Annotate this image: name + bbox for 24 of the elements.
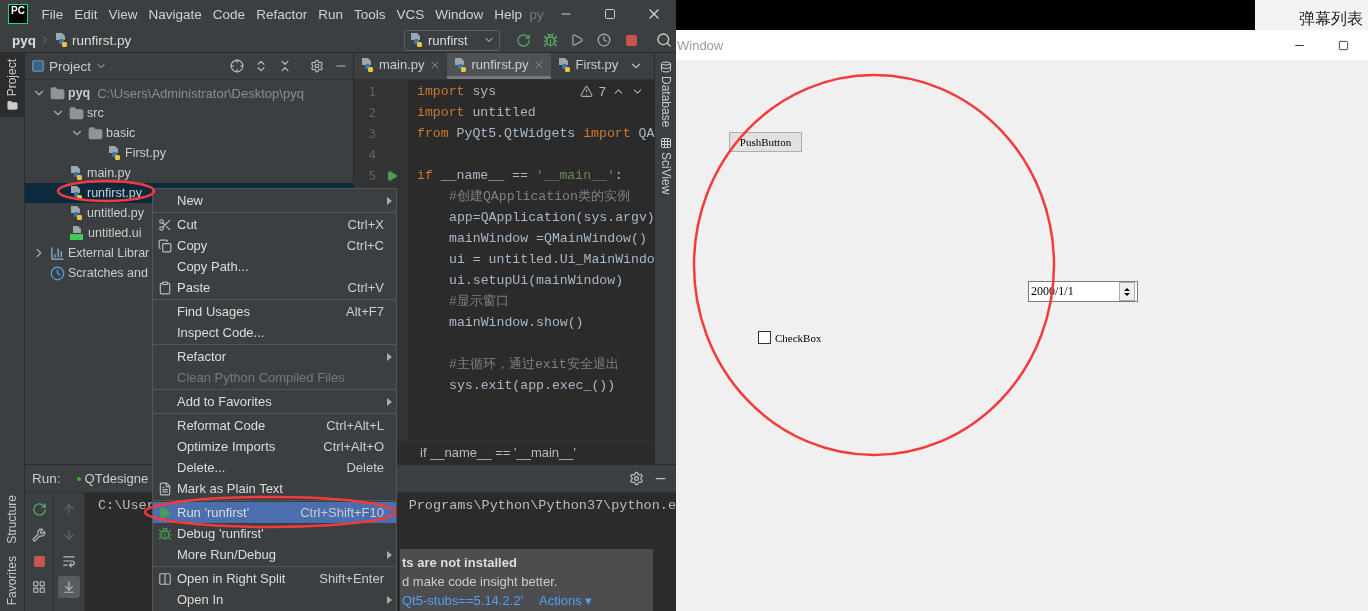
project-path: C:\Users\Administrator\Desktop\pyq [97,85,304,101]
window-title: Window [676,37,724,53]
app-logo: PC [8,4,28,24]
code-line: import untitled [417,104,536,122]
code-line: if __name__ == '__main__': [417,167,623,185]
code-line: sys.exit(app.exec_()) [448,377,616,395]
code-line: #主循环，通过exit安全退出 [448,356,619,374]
console-output: Programs\Python\Python37\python.e [408,498,676,513]
panel-heading: 弹幕列表 [1299,9,1363,30]
code-line: ui = untitled.Ui_MainWindo [448,251,655,269]
code-line: from PyQt5.QtWidgets import QA [417,125,655,143]
code-line: import sys [417,83,497,101]
window-title: py [529,6,544,22]
checkbox-label: CheckBox [775,331,822,344]
notification-text: d make code insight better. [402,574,559,589]
run-panel-title: Run: [32,471,61,486]
notification-title: ts are not installed [402,555,518,570]
code-line: #创建QApplication类的实例 [448,188,630,206]
code-line: mainWindow =QMainWindow() [448,230,647,248]
code-line: mainWindow.show() [448,314,584,332]
code-line: #显示窗口 [448,293,509,311]
console-output: C:\User [98,498,155,513]
code-line: app=QApplication(sys.argv) [448,209,655,227]
code-line: ui.setupUi(mainWindow) [448,272,624,290]
